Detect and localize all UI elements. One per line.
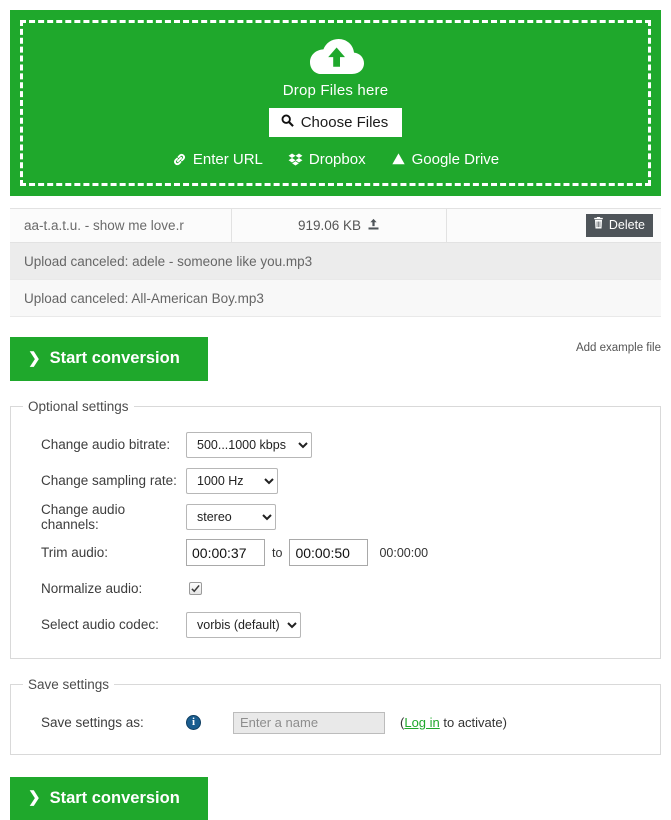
save-settings-form: Save settings as: i (Log in to activate) <box>11 692 660 754</box>
save-settings-as-label: Save settings as: <box>11 715 186 730</box>
start-conversion-button-top[interactable]: ❯ Start conversion <box>10 337 208 381</box>
file-actions: Delete <box>447 209 661 242</box>
normalize-audio-label: Normalize audio: <box>11 581 186 596</box>
dropzone-label: Drop Files here <box>283 82 389 99</box>
list-item: Upload canceled: adele - someone like yo… <box>10 243 661 280</box>
file-size: 919.06 KB <box>298 218 361 233</box>
conversion-bar: ❯ Start conversion Add example file <box>10 337 661 381</box>
optional-settings-fieldset: Optional settings Change audio bitrate: … <box>10 399 661 659</box>
optional-settings-legend: Optional settings <box>23 399 134 414</box>
trim-end-input[interactable] <box>289 539 368 566</box>
list-item: Upload canceled: All-American Boy.mp3 <box>10 280 661 317</box>
google-drive-link[interactable]: Google Drive <box>391 151 500 168</box>
field-row-trim-audio: Trim audio: to 00:00:00 <box>11 538 660 568</box>
bitrate-label: Change audio bitrate: <box>11 437 186 452</box>
info-icon[interactable]: i <box>186 715 201 730</box>
delete-label: Delete <box>609 218 645 233</box>
optional-settings-form: Change audio bitrate: 500...1000 kbps Ch… <box>11 414 660 658</box>
add-example-file-link[interactable]: Add example file <box>576 342 661 354</box>
delete-button[interactable]: Delete <box>586 214 653 237</box>
enter-url-label: Enter URL <box>193 151 263 168</box>
file-name: aa-t.a.t.u. - show me love.r <box>10 209 232 242</box>
normalize-audio-checkbox[interactable] <box>189 582 202 595</box>
upload-status-message: Upload canceled: adele - someone like yo… <box>24 254 312 269</box>
start-conversion-button-bottom[interactable]: ❯ Start conversion <box>10 777 208 820</box>
upload-icon <box>367 218 380 234</box>
trash-icon <box>593 217 604 233</box>
file-list: aa-t.a.t.u. - show me love.r 919.06 KB <box>10 208 661 317</box>
chevron-right-icon: ❯ <box>28 351 41 366</box>
save-settings-fieldset: Save settings Save settings as: i (Log i… <box>10 677 661 755</box>
log-in-link[interactable]: Log in <box>404 715 439 730</box>
table-row: aa-t.a.t.u. - show me love.r 919.06 KB <box>10 209 661 243</box>
sampling-rate-label: Change sampling rate: <box>11 473 186 488</box>
start-conversion-label: Start conversion <box>50 350 180 367</box>
field-row-bitrate: Change audio bitrate: 500...1000 kbps <box>11 430 660 460</box>
field-row-normalize-audio: Normalize audio: <box>11 574 660 604</box>
note-suffix: to activate) <box>440 715 507 730</box>
trim-to-label: to <box>272 546 282 560</box>
sampling-rate-select[interactable]: 1000 Hz <box>186 468 278 494</box>
choose-files-label: Choose Files <box>301 115 389 130</box>
bottom-conversion-bar: ❯ Start conversion <box>10 777 661 820</box>
settings-name-input[interactable] <box>233 712 385 734</box>
dropbox-link[interactable]: Dropbox <box>288 151 366 168</box>
google-drive-icon <box>391 152 406 167</box>
chevron-right-icon: ❯ <box>28 790 41 805</box>
external-sources: Enter URL Dropbox Google Drive <box>172 151 499 168</box>
login-activate-note: (Log in to activate) <box>400 715 507 730</box>
search-icon <box>281 114 294 130</box>
upload-status-message: Upload canceled: All-American Boy.mp3 <box>24 291 264 306</box>
file-size-cell: 919.06 KB <box>232 209 447 242</box>
enter-url-link[interactable]: Enter URL <box>172 151 263 168</box>
field-row-sampling-rate: Change sampling rate: 1000 Hz <box>11 466 660 496</box>
link-icon <box>172 152 187 167</box>
file-dropzone[interactable]: Drop Files here Choose Files Enter URL <box>10 10 661 196</box>
field-row-audio-codec: Select audio codec: vorbis (default) <box>11 610 660 640</box>
start-conversion-label: Start conversion <box>50 790 180 807</box>
audio-codec-label: Select audio codec: <box>11 617 186 632</box>
dropbox-icon <box>288 152 303 167</box>
audio-channels-label: Change audio channels: <box>11 502 186 532</box>
choose-files-button[interactable]: Choose Files <box>269 108 403 137</box>
dropbox-label: Dropbox <box>309 151 366 168</box>
google-drive-label: Google Drive <box>412 151 500 168</box>
audio-codec-select[interactable]: vorbis (default) <box>186 612 301 638</box>
audio-channels-select[interactable]: stereo <box>186 504 276 530</box>
bitrate-select[interactable]: 500...1000 kbps <box>186 432 312 458</box>
check-icon <box>191 584 200 593</box>
cloud-upload-icon <box>307 32 365 76</box>
trim-start-input[interactable] <box>186 539 265 566</box>
save-settings-legend: Save settings <box>23 677 114 692</box>
trim-audio-label: Trim audio: <box>11 545 186 560</box>
field-row-save-settings-as: Save settings as: i (Log in to activate) <box>11 708 660 738</box>
trim-duration-readout: 00:00:00 <box>379 546 428 560</box>
field-row-audio-channels: Change audio channels: stereo <box>11 502 660 532</box>
